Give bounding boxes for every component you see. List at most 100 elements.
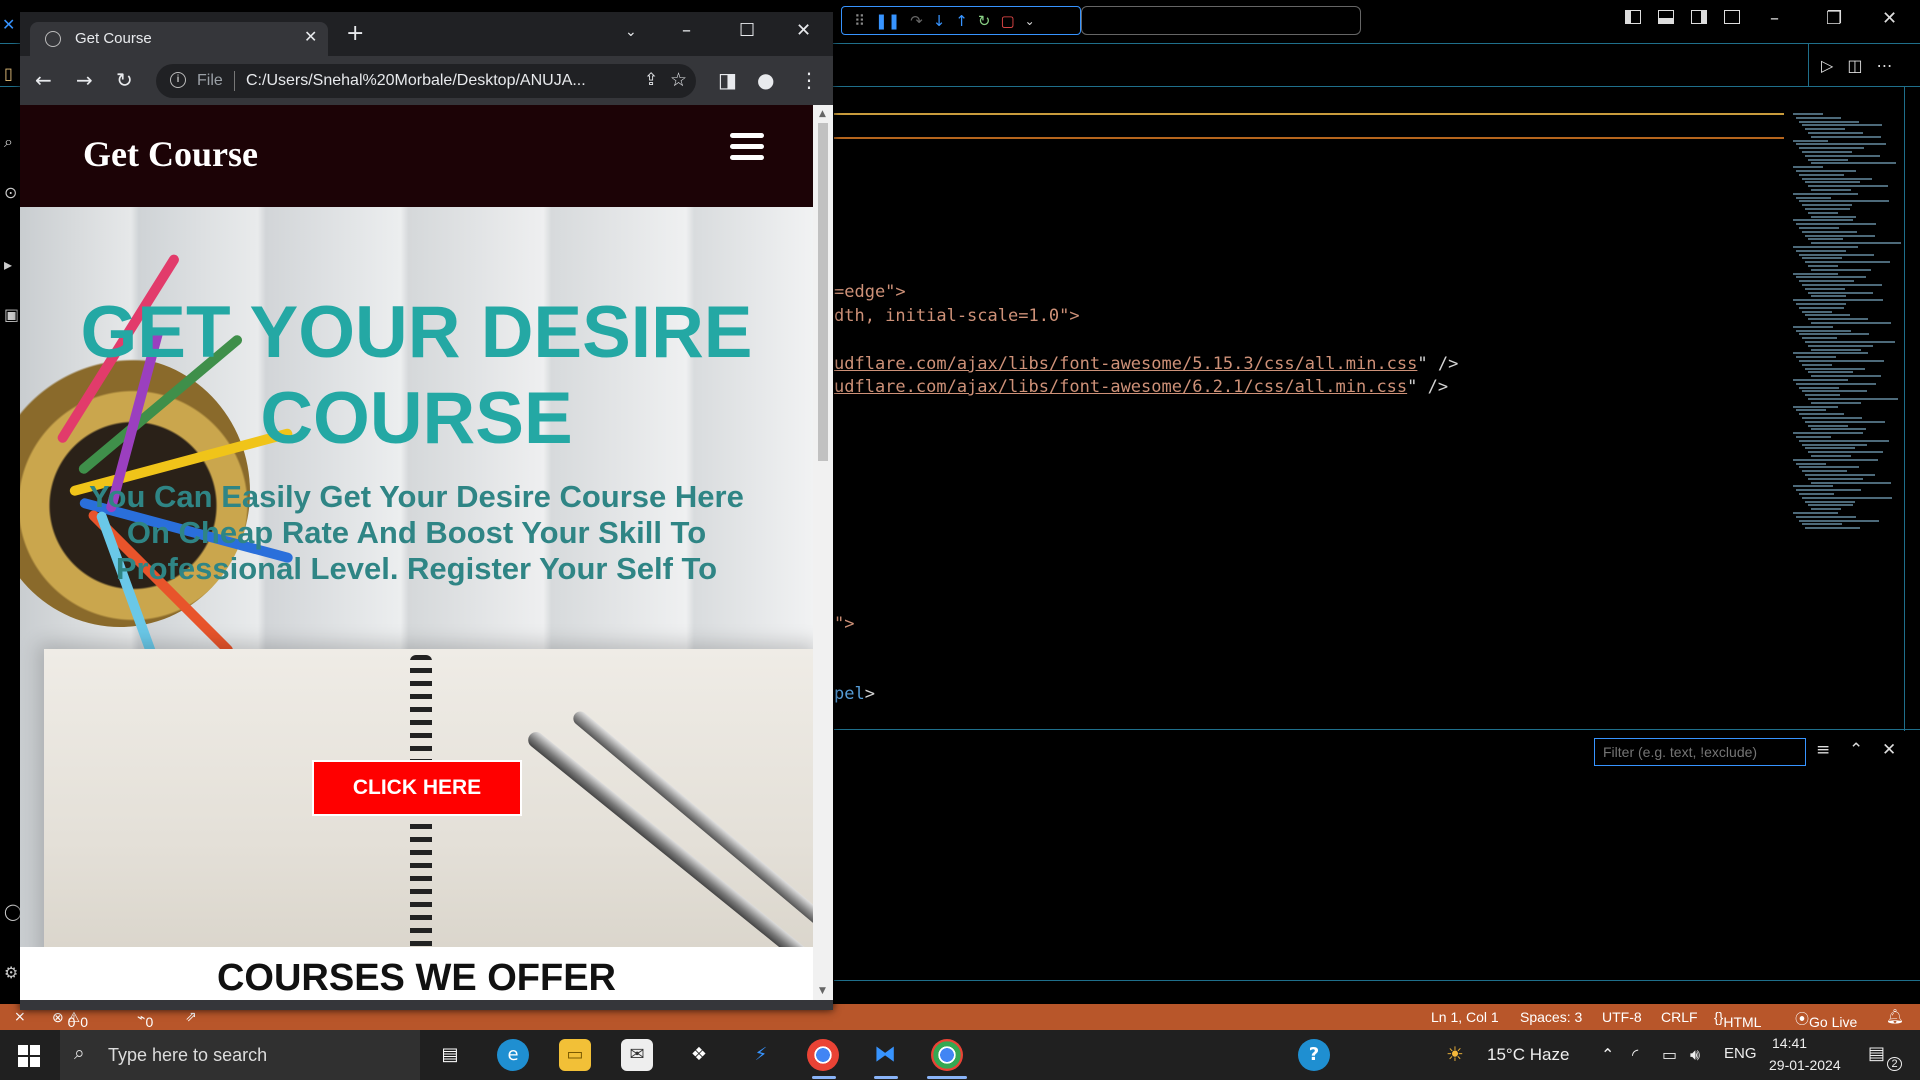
- side-panel-icon[interactable]: ◨: [718, 68, 737, 92]
- toggle-secondary-sidebar-icon[interactable]: [1691, 10, 1707, 24]
- url-text[interactable]: C:/Users/Snehal%20Morbale/Desktop/ANUJA.…: [246, 72, 606, 90]
- extensions-icon[interactable]: ▣: [4, 305, 19, 324]
- search-icon[interactable]: ⌕: [4, 132, 13, 152]
- chevron-up-icon[interactable]: ⌃: [1849, 740, 1863, 760]
- code-line[interactable]: ">: [834, 614, 854, 634]
- minimize-icon[interactable]: –: [682, 20, 691, 41]
- code-line[interactable]: udflare.com/ajax/libs/font-awesome/6.2.1…: [834, 377, 1448, 397]
- edge-icon[interactable]: e: [497, 1039, 529, 1071]
- network-icon[interactable]: ◜: [1632, 1045, 1638, 1064]
- help-icon[interactable]: ?: [1298, 1039, 1330, 1071]
- code-line[interactable]: udflare.com/ajax/libs/font-awesome/5.15.…: [834, 354, 1458, 374]
- scroll-thumb[interactable]: [818, 123, 828, 461]
- section-title: COURSES WE OFFER: [216, 957, 617, 999]
- go-live-button[interactable]: ⦿ Go Live: [1795, 1009, 1857, 1030]
- ports-indicator[interactable]: ⌁ 0: [137, 1009, 153, 1030]
- drag-handle-icon[interactable]: ⠿: [854, 12, 865, 30]
- step-over-icon[interactable]: ↷: [910, 12, 923, 30]
- weather-icon[interactable]: ☀: [1446, 1042, 1464, 1066]
- click-here-button[interactable]: CLICK HERE: [312, 760, 522, 816]
- encoding[interactable]: UTF-8: [1602, 1009, 1642, 1025]
- dropbox-icon[interactable]: ❖: [683, 1039, 715, 1071]
- code-line[interactable]: pel>: [834, 684, 875, 704]
- address-bar[interactable]: i File C:/Users/Snehal%20Morbale/Desktop…: [156, 64, 696, 98]
- new-tab-button[interactable]: +: [346, 23, 364, 45]
- eol[interactable]: CRLF: [1661, 1009, 1698, 1025]
- cursor-position[interactable]: Ln 1, Col 1: [1431, 1009, 1499, 1025]
- close-icon[interactable]: ✕: [1882, 740, 1896, 760]
- chevron-down-icon[interactable]: ⌄: [1025, 14, 1035, 28]
- customize-layout-icon[interactable]: [1724, 10, 1740, 24]
- forward-icon[interactable]: →: [76, 68, 93, 92]
- step-out-icon[interactable]: ↑: [955, 12, 968, 30]
- settings-icon[interactable]: ⚙: [4, 963, 18, 982]
- bottom-panel: [834, 729, 1920, 981]
- stop-icon[interactable]: ▢: [1000, 12, 1014, 30]
- remote-icon[interactable]: ⨯: [14, 1009, 26, 1025]
- explorer-icon[interactable]: ✕: [2, 15, 15, 34]
- file-explorer-icon[interactable]: ▭: [559, 1039, 591, 1071]
- windows-start-icon[interactable]: [18, 1045, 40, 1067]
- restart-icon[interactable]: ↻: [978, 12, 991, 30]
- bookmark-star-icon[interactable]: ☆: [670, 69, 687, 91]
- menu-icon[interactable]: ⋮: [799, 68, 819, 92]
- chevron-up-icon[interactable]: ⌃: [1601, 1045, 1614, 1064]
- restore-icon[interactable]: ❐: [1826, 8, 1842, 29]
- hamburger-menu-icon[interactable]: [730, 133, 764, 163]
- site-logo[interactable]: Get Course: [83, 133, 258, 175]
- files-icon[interactable]: ▯: [4, 64, 13, 83]
- task-view-icon[interactable]: ▤: [434, 1039, 466, 1071]
- command-center[interactable]: [1081, 6, 1361, 35]
- language-indicator[interactable]: ENG: [1724, 1045, 1757, 1062]
- close-icon[interactable]: ✕: [1882, 8, 1897, 29]
- toggle-primary-sidebar-icon[interactable]: [1625, 10, 1641, 24]
- notification-icon[interactable]: ▤: [1868, 1043, 1885, 1064]
- weather-text[interactable]: 15°C Haze: [1487, 1045, 1569, 1065]
- language-mode[interactable]: {} HTML: [1714, 1009, 1761, 1030]
- chrome-profile-icon[interactable]: [807, 1039, 839, 1071]
- source-control-icon[interactable]: ⊙: [4, 183, 17, 202]
- close-icon[interactable]: ✕: [796, 20, 811, 41]
- page-scrollbar[interactable]: ▲ ▼: [813, 105, 833, 1000]
- indentation[interactable]: Spaces: 3: [1520, 1009, 1582, 1025]
- live-share-icon[interactable]: ⇗: [185, 1009, 197, 1025]
- step-into-icon[interactable]: ↓: [933, 12, 946, 30]
- tab-search-icon[interactable]: ⌄: [625, 24, 637, 40]
- problems-indicator[interactable]: ⊗ 0 ⚠ 0: [52, 1009, 88, 1030]
- mail-icon[interactable]: ✉: [621, 1039, 653, 1071]
- pause-icon[interactable]: ❚❚: [875, 12, 900, 30]
- run-debug-icon[interactable]: ▸: [4, 255, 12, 274]
- back-icon[interactable]: ←: [35, 68, 52, 92]
- reload-icon[interactable]: ↻: [116, 68, 133, 92]
- close-tab-icon[interactable]: ✕: [304, 27, 317, 46]
- minimap-line: [1805, 341, 1895, 343]
- code-line[interactable]: =edge">: [834, 282, 906, 302]
- run-icon[interactable]: ▷: [1821, 56, 1833, 75]
- split-editor-icon[interactable]: ◫: [1847, 56, 1862, 75]
- code-line[interactable]: dth, initial-scale=1.0">: [834, 306, 1080, 326]
- more-actions-icon[interactable]: ⋯: [1876, 56, 1892, 75]
- maximize-icon[interactable]: ☐: [739, 20, 755, 41]
- minimap[interactable]: [1785, 113, 1905, 543]
- vscode-icon[interactable]: ⧓: [869, 1039, 901, 1071]
- bell-icon[interactable]: 🔔︎: [1886, 1009, 1904, 1025]
- browser-tab[interactable]: Get Course ✕: [30, 22, 328, 56]
- clock-time[interactable]: 14:41: [1772, 1035, 1807, 1051]
- visual-studio-icon[interactable]: ⚡: [745, 1039, 777, 1071]
- list-filter-icon[interactable]: ≡: [1816, 740, 1830, 760]
- minimap-line: [1796, 196, 1831, 199]
- share-icon[interactable]: ⇪: [644, 70, 658, 90]
- toggle-panel-icon[interactable]: [1658, 10, 1674, 24]
- editor-scrollbar[interactable]: [1904, 86, 1905, 731]
- meet-icon[interactable]: ▭: [1662, 1045, 1677, 1064]
- volume-icon[interactable]: 🔊︎: [1690, 1045, 1700, 1065]
- panel-filter-input[interactable]: [1594, 738, 1806, 766]
- taskbar-search-box[interactable]: ⌕ Type here to search: [60, 1030, 420, 1080]
- scroll-down-icon[interactable]: ▼: [819, 986, 826, 996]
- profile-icon[interactable]: ●: [757, 68, 774, 92]
- info-icon[interactable]: i: [170, 72, 186, 88]
- minimize-icon[interactable]: –: [1770, 8, 1779, 29]
- chrome-icon[interactable]: [931, 1039, 963, 1071]
- clock-date[interactable]: 29-01-2024: [1769, 1057, 1841, 1073]
- scroll-up-icon[interactable]: ▲: [819, 109, 826, 119]
